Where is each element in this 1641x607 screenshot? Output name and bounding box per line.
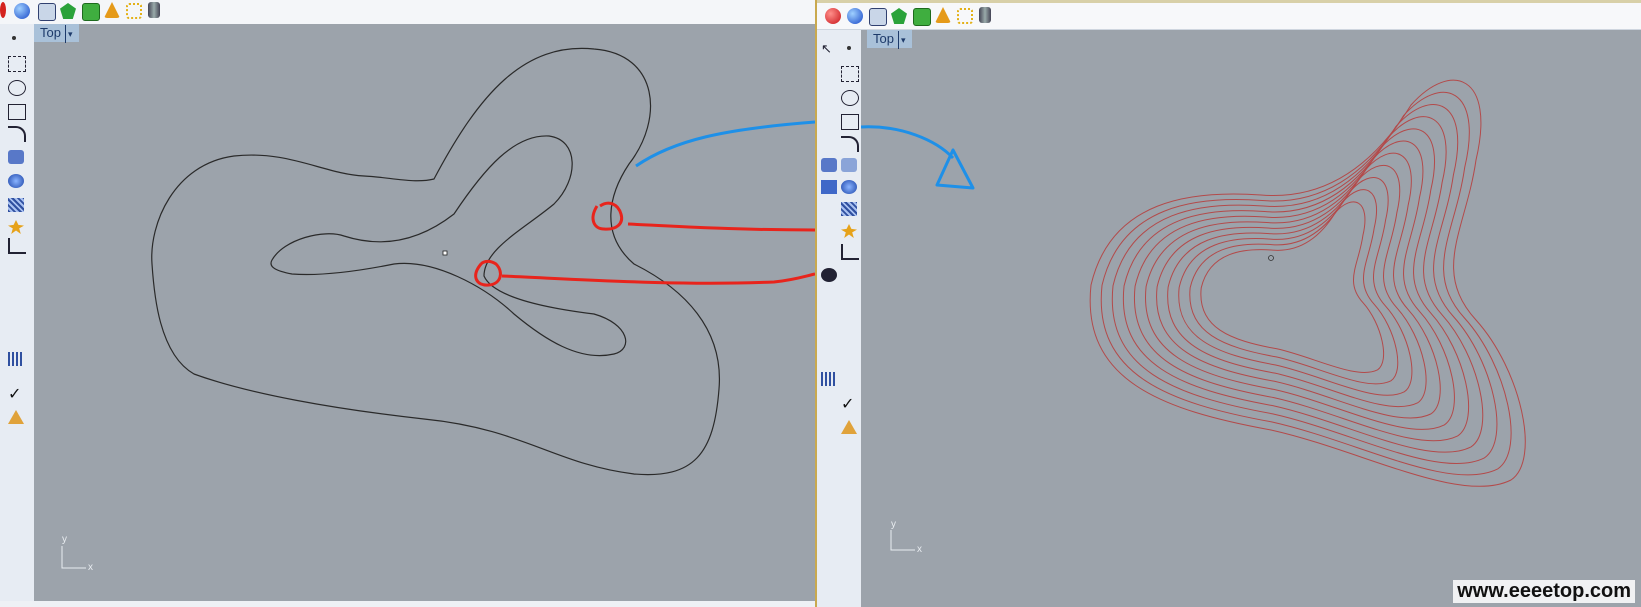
- left-status-strip: [0, 601, 815, 607]
- viewport-tab-label: Top: [40, 25, 61, 40]
- axis-indicator: y x: [61, 534, 93, 573]
- left-drawing-canvas[interactable]: y x: [34, 24, 815, 601]
- annotation-blue-arrowhead: [935, 148, 975, 190]
- select-arrow-icon[interactable]: ↖: [821, 42, 837, 56]
- check-icon[interactable]: ✓: [8, 387, 24, 403]
- surface-icon[interactable]: [8, 150, 24, 164]
- viewport-tab-label: Top: [873, 31, 894, 46]
- annotation-red-line-upper: [627, 222, 815, 232]
- blue-sphere-icon[interactable]: [847, 8, 863, 24]
- polyline-icon[interactable]: [8, 56, 26, 72]
- axis-label-y: y: [62, 534, 67, 545]
- cylinder-icon[interactable]: [979, 7, 991, 23]
- cube-icon[interactable]: [38, 3, 56, 21]
- offset-curve[interactable]: [1189, 189, 1399, 385]
- explode-icon[interactable]: [8, 220, 24, 234]
- left-command-sidebar: ✓: [0, 24, 35, 607]
- axis-label-x: x: [88, 562, 93, 573]
- offset-curve[interactable]: [1089, 79, 1526, 487]
- curve-icon[interactable]: [841, 136, 859, 152]
- cylinder-icon[interactable]: [148, 2, 160, 18]
- red-sphere-icon[interactable]: [0, 2, 6, 18]
- chevron-down-icon[interactable]: ▾: [897, 31, 906, 49]
- cone-icon[interactable]: [104, 2, 120, 18]
- offset-curve[interactable]: [1122, 116, 1484, 453]
- transform-icon[interactable]: [8, 238, 26, 254]
- render-icon[interactable]: [8, 410, 24, 424]
- solid-icon[interactable]: [8, 174, 24, 188]
- axis-label-y: y: [891, 519, 896, 530]
- offset-curves-group: [1089, 79, 1526, 487]
- right-rhino-window: ↖ ✓ Top ▾ y x www.eeeetop.com: [815, 0, 1641, 607]
- solid-sphere-icon[interactable]: [841, 180, 857, 194]
- left-toolbar: [0, 0, 815, 25]
- right-command-sidebar: ↖ ✓: [817, 30, 862, 607]
- axis-indicator: y x: [890, 519, 922, 555]
- array-icon[interactable]: [8, 352, 24, 366]
- offset-curve[interactable]: [1100, 91, 1512, 476]
- circle-icon[interactable]: [841, 90, 859, 106]
- transform-icon[interactable]: [841, 244, 859, 260]
- circle-icon[interactable]: [8, 80, 26, 96]
- annotation-blue-arc-left: [635, 120, 815, 168]
- offset-curve[interactable]: [1133, 128, 1470, 442]
- cone-icon[interactable]: [935, 7, 951, 23]
- surface-edit-icon[interactable]: [841, 158, 857, 172]
- green-shape-icon[interactable]: [60, 3, 76, 19]
- axis-label-x: x: [917, 544, 922, 555]
- offset-curve[interactable]: [1145, 140, 1455, 430]
- surface-icon[interactable]: [821, 158, 837, 172]
- offset-curve[interactable]: [1111, 104, 1498, 465]
- red-sphere-icon[interactable]: [825, 8, 841, 24]
- watermark-text: www.eeeetop.com: [1453, 580, 1635, 603]
- rectangle-icon[interactable]: [8, 104, 26, 120]
- explode-icon[interactable]: [841, 224, 857, 238]
- left-top-viewport[interactable]: Top ▾ y x: [34, 24, 815, 601]
- green-box-icon[interactable]: [913, 8, 931, 26]
- center-point-marker: [1268, 255, 1274, 261]
- frame-icon[interactable]: [126, 3, 142, 19]
- mesh-icon[interactable]: [8, 198, 24, 212]
- viewport-tab-top[interactable]: Top ▾: [34, 24, 79, 43]
- point-icon[interactable]: [12, 36, 16, 40]
- annotation-red-circle-upper: [591, 201, 624, 231]
- left-rhino-window: ✓ Top ▾ y x: [0, 0, 815, 607]
- green-box-icon[interactable]: [82, 3, 100, 21]
- render-icon[interactable]: [841, 420, 857, 434]
- point-icon[interactable]: [847, 46, 851, 50]
- analyze-icon[interactable]: [821, 268, 837, 282]
- check-icon[interactable]: ✓: [841, 397, 857, 413]
- viewport-tab-top[interactable]: Top ▾: [867, 30, 912, 49]
- right-top-viewport[interactable]: Top ▾ y x: [861, 30, 1641, 607]
- annotation-blue-arc-right: [861, 125, 955, 160]
- right-toolbar: [817, 0, 1641, 30]
- polyline-icon[interactable]: [841, 66, 859, 82]
- frame-icon[interactable]: [957, 8, 973, 24]
- blue-sphere-icon[interactable]: [14, 3, 30, 19]
- right-drawing-canvas[interactable]: y x: [861, 30, 1641, 607]
- outer-curve: [151, 47, 720, 476]
- curve-icon[interactable]: [8, 126, 26, 142]
- solid-icon[interactable]: [821, 180, 837, 194]
- mesh-icon[interactable]: [841, 202, 857, 216]
- center-point-marker: [442, 250, 448, 256]
- array-icon[interactable]: [821, 372, 837, 386]
- green-shape-icon[interactable]: [891, 8, 907, 24]
- cube-icon[interactable]: [869, 8, 887, 26]
- rectangle-icon[interactable]: [841, 114, 859, 130]
- chevron-down-icon[interactable]: ▾: [64, 25, 73, 43]
